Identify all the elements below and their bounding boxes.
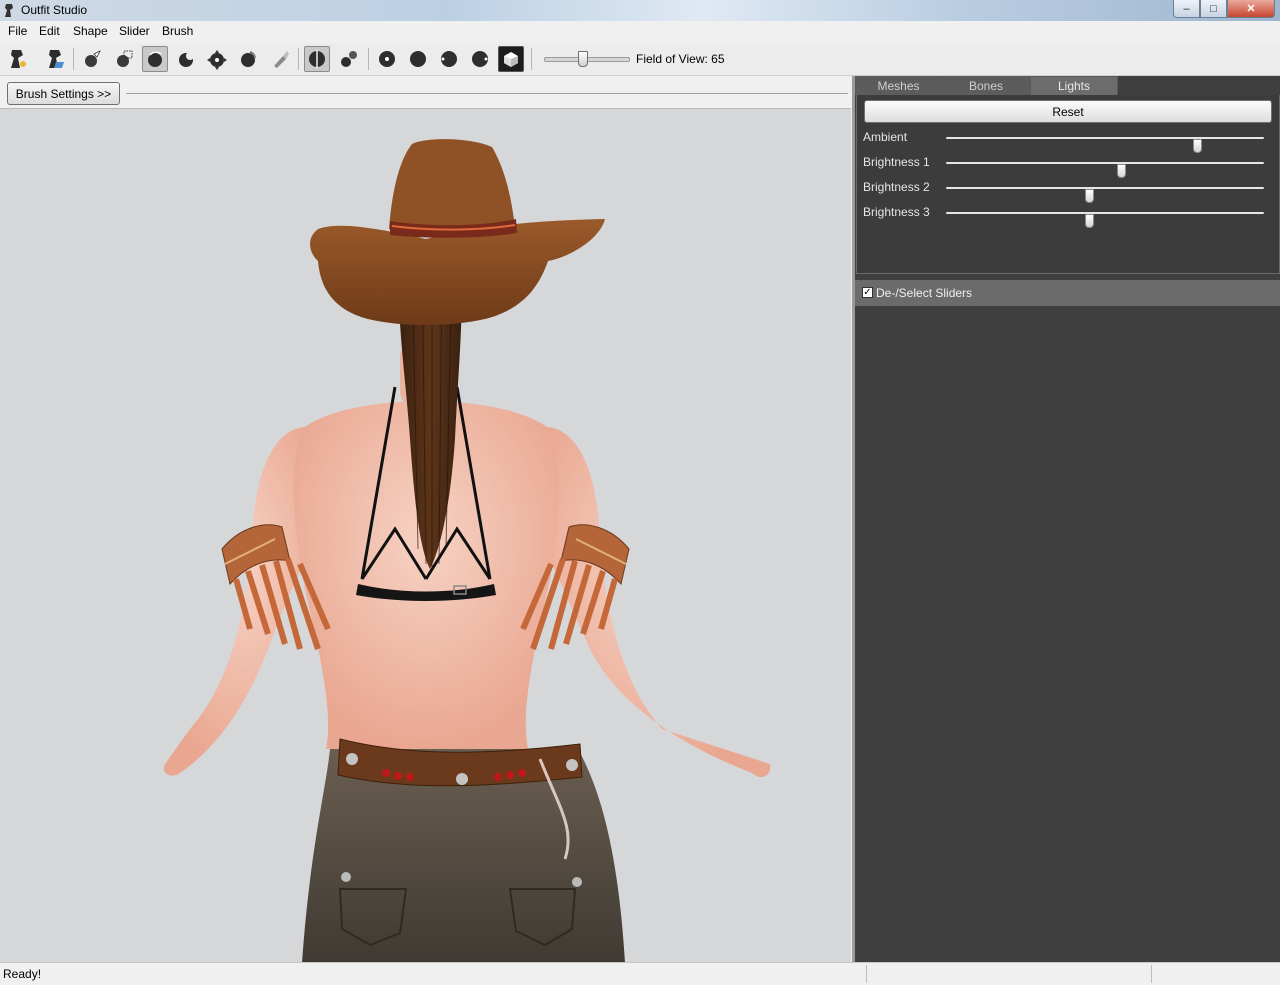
menu-file[interactable]: File — [8, 24, 27, 38]
brightness-3-label: Brightness 3 — [863, 205, 930, 219]
slider-list-header: ✓ De-/Select Sliders — [855, 280, 1280, 306]
brightness-2-slider[interactable] — [946, 187, 1264, 203]
tab-lights[interactable]: Lights — [1030, 76, 1118, 95]
new-project-icon[interactable] — [4, 46, 30, 72]
mask-brush-icon[interactable] — [111, 46, 137, 72]
tab-meshes[interactable]: Meshes — [855, 76, 942, 95]
brush-settings-button[interactable]: Brush Settings >> — [7, 82, 120, 105]
cowboy-hat — [310, 139, 605, 325]
field-of-view-slider[interactable] — [544, 51, 630, 67]
lights-panel: Reset Ambient Brightness 1 Brightness 2 … — [856, 95, 1280, 274]
tab-bones[interactable]: Bones — [942, 76, 1030, 95]
front-view-icon[interactable] — [374, 46, 400, 72]
field-of-view-slider-thumb[interactable] — [578, 51, 588, 67]
load-project-icon[interactable] — [42, 46, 68, 72]
deflate-brush-icon[interactable] — [173, 46, 199, 72]
right-arm — [535, 427, 771, 778]
brightness-3-slider-thumb[interactable] — [1085, 214, 1095, 228]
brightness-1-row: Brightness 1 — [863, 153, 1273, 178]
brightness-1-slider-thumb[interactable] — [1116, 164, 1126, 178]
back-view-icon[interactable] — [405, 46, 431, 72]
brightness-2-row: Brightness 2 — [863, 178, 1273, 203]
toolbar: Field of View: 65 — [0, 43, 1280, 76]
move-brush-icon[interactable] — [204, 46, 230, 72]
window-title: Outfit Studio — [21, 3, 88, 17]
perspective-view-icon[interactable] — [498, 46, 524, 72]
brightness-1-label: Brightness 1 — [863, 155, 930, 169]
title-bar: Outfit Studio – □ ✕ — [0, 0, 1280, 21]
status-bar: Ready! — [0, 962, 1280, 985]
brightness-3-slider[interactable] — [946, 212, 1264, 228]
minimize-button[interactable]: – — [1173, 0, 1200, 18]
left-view-icon[interactable] — [436, 46, 462, 72]
close-button[interactable]: ✕ — [1227, 0, 1275, 18]
brightness-2-slider-thumb[interactable] — [1085, 189, 1095, 203]
status-text: Ready! — [3, 967, 42, 981]
reset-button[interactable]: Reset — [864, 100, 1272, 123]
mirror-icon[interactable] — [304, 46, 330, 72]
ambient-slider-thumb[interactable] — [1193, 139, 1203, 153]
character-model — [163, 139, 771, 963]
inflate-brush-icon[interactable] — [142, 46, 168, 72]
ambient-slider[interactable] — [946, 137, 1264, 153]
connected-icon[interactable] — [336, 46, 362, 72]
viewport-pane: Brush Settings >> — [0, 76, 852, 963]
deselect-sliders-label[interactable]: De-/Select Sliders — [876, 286, 972, 300]
weight-brush-icon[interactable] — [267, 46, 293, 72]
right-view-icon[interactable] — [467, 46, 493, 72]
ambient-label: Ambient — [863, 130, 908, 144]
brightness-3-row: Brightness 3 — [863, 203, 1273, 228]
brightness-2-label: Brightness 2 — [863, 180, 930, 194]
brightness-1-slider[interactable] — [946, 162, 1264, 178]
menu-slider[interactable]: Slider — [119, 24, 150, 38]
smooth-brush-icon[interactable] — [235, 46, 261, 72]
side-panel: Meshes Bones Lights Reset Ambient Bright… — [855, 76, 1280, 962]
menu-edit[interactable]: Edit — [39, 24, 60, 38]
3d-viewport[interactable] — [0, 108, 851, 963]
ambient-row: Ambient — [863, 128, 1273, 153]
field-of-view-label: Field of View: 65 — [636, 52, 725, 66]
app-icon — [5, 4, 13, 17]
deselect-sliders-checkbox[interactable]: ✓ — [862, 287, 873, 298]
maximize-button[interactable]: □ — [1200, 0, 1227, 18]
menu-brush[interactable]: Brush — [162, 24, 193, 38]
select-brush-icon[interactable] — [79, 46, 105, 72]
menu-shape[interactable]: Shape — [73, 24, 108, 38]
menu-bar: File Edit Shape Slider Brush — [0, 21, 1280, 41]
